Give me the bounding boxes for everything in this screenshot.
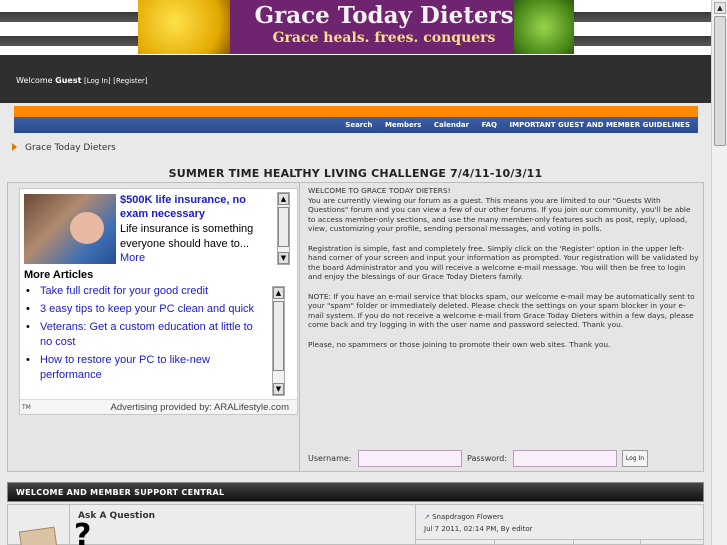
banana-image [138, 0, 230, 54]
welcome-message: WELCOME TO GRACE TODAY DIETERS! You are … [308, 186, 700, 359]
article-link[interactable]: How to restore your PC to like-new perfo… [26, 353, 266, 383]
ad-photo-image[interactable] [24, 194, 116, 264]
breadcrumb: Grace Today Dieters [12, 143, 116, 153]
ad-provider-link[interactable]: Advertising provided by: ARALifestyle.co… [111, 402, 289, 413]
page-scrollbar[interactable]: ▲ [711, 0, 727, 545]
section-title: WELCOME AND MEMBER SUPPORT CENTRAL [16, 488, 225, 497]
section-header: WELCOME AND MEMBER SUPPORT CENTRAL [7, 482, 704, 502]
column-divider [299, 183, 300, 471]
username-label: Username: [308, 454, 352, 463]
login-button[interactable]: Log In [622, 450, 648, 467]
nav-guidelines[interactable]: IMPORTANT GUEST AND MEMBER GUIDELINES [510, 117, 690, 133]
latest-post: ↗ Snapdragon Flowers [424, 513, 504, 521]
articles-scrollbar[interactable]: ▲ ▼ [272, 286, 285, 396]
scroll-down-icon[interactable]: ▼ [278, 252, 289, 264]
banner-title: Grace Today Dieters [254, 2, 514, 29]
article-link[interactable]: 3 easy tips to keep your PC clean and qu… [26, 302, 266, 317]
welcome-panel: $500K life insurance, no exam necessary … [7, 182, 704, 472]
password-input[interactable] [513, 450, 617, 467]
guest-name: Guest [55, 76, 82, 85]
stats-cells [416, 539, 703, 545]
latest-post-meta: Jul 7 2011, 02:14 PM, By editor [424, 525, 533, 533]
nav-faq[interactable]: FAQ [482, 117, 497, 133]
username-input[interactable] [358, 450, 462, 467]
top-banner-area: Grace Today Dieters Grace heals. frees. … [0, 0, 711, 55]
welcome-paragraph: WELCOME TO GRACE TODAY DIETERS! You are … [308, 186, 691, 234]
more-articles-title: More Articles [24, 269, 94, 281]
ad-body-text: Life insurance is something everyone sho… [120, 223, 254, 250]
scroll-thumb[interactable] [278, 207, 289, 247]
baby-figure [70, 212, 104, 244]
ad-top-scrollbar[interactable]: ▲ ▼ [277, 192, 290, 265]
banner-tagline: Grace heals. frees. conquers [272, 30, 496, 46]
scroll-up-icon[interactable]: ▲ [714, 2, 726, 14]
ad-headline-link[interactable]: $500K life insurance, no exam necessary [120, 193, 270, 221]
nav-bar: Search Members Calendar FAQ IMPORTANT GU… [14, 117, 698, 133]
question-mark-icon: ? [74, 518, 92, 545]
nav-members[interactable]: Members [385, 117, 421, 133]
scroll-down-icon[interactable]: ▼ [273, 383, 284, 395]
scroll-up-icon[interactable]: ▲ [278, 193, 289, 205]
ad-widget: $500K life insurance, no exam necessary … [19, 188, 298, 415]
site-banner[interactable]: Grace Today Dieters Grace heals. frees. … [138, 0, 574, 54]
scroll-up-icon[interactable]: ▲ [273, 287, 284, 299]
breadcrumb-link[interactable]: Grace Today Dieters [25, 143, 116, 153]
nav-search[interactable]: Search [345, 117, 372, 133]
welcome-paragraph: Registration is simple, fast and complet… [308, 243, 699, 282]
accent-bar [14, 106, 698, 117]
login-form: Username: Password: Log In [308, 449, 700, 469]
scroll-thumb[interactable] [273, 301, 284, 371]
latest-post-link[interactable]: Snapdragon Flowers [432, 513, 503, 521]
scroll-thumb[interactable] [714, 16, 726, 146]
envelope-icon [18, 526, 58, 545]
ad-body: Life insurance is something everyone sho… [120, 222, 270, 266]
forum-row: Ask A Question ? ↗ Snapdragon Flowers Ju… [7, 504, 704, 545]
password-label: Password: [467, 454, 508, 463]
breadcrumb-arrow-icon [12, 143, 17, 151]
welcome-paragraph: Please, no spammers or those joining to … [308, 339, 611, 349]
articles-list: Take full credit for your good credit 3 … [26, 284, 266, 386]
ad-more-link[interactable]: More [120, 252, 145, 264]
welcome-paragraph: NOTE: If you have an e-mail service that… [308, 291, 695, 330]
forum-icon-cell [8, 505, 70, 545]
tm-mark: TM [22, 404, 31, 411]
register-link[interactable]: [Register] [113, 77, 147, 85]
welcome-text: Welcome Guest [Log In] [Register] [16, 76, 148, 85]
ad-footer: TM Advertising provided by: ARALifestyle… [20, 399, 297, 414]
post-link-icon: ↗ [424, 513, 430, 521]
article-link[interactable]: Veterans: Get a custom education at litt… [26, 320, 266, 350]
user-welcome-bar: Welcome Guest [Log In] [Register] [0, 55, 711, 103]
login-link[interactable]: [Log In] [84, 77, 111, 85]
welcome-prefix: Welcome [16, 76, 56, 85]
article-link[interactable]: Take full credit for your good credit [26, 284, 266, 299]
page-headline: SUMMER TIME HEALTHY LIVING CHALLENGE 7/4… [168, 167, 543, 180]
nav-calendar[interactable]: Calendar [434, 117, 469, 133]
